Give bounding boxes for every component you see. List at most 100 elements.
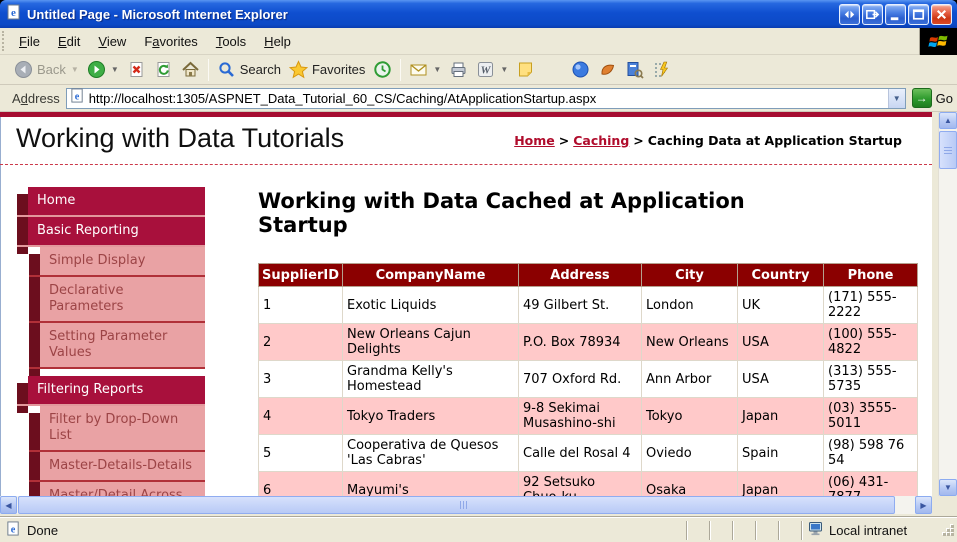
nav-indent-strip	[29, 489, 40, 496]
table-cell: 92 Setsuko Chuo-ku	[519, 472, 642, 497]
menu-tools[interactable]: Tools	[207, 31, 255, 52]
sidebar-item-label: Master/Detail Across	[40, 482, 205, 496]
page-header: Working with Data Tutorials Home>Caching…	[0, 117, 932, 165]
edit-word-button[interactable]: W▼	[472, 57, 512, 82]
table-cell: 1	[259, 287, 343, 324]
history-button[interactable]	[369, 57, 396, 82]
messenger-button[interactable]	[567, 57, 594, 82]
table-cell: (06) 431-7877	[824, 472, 918, 497]
go-button[interactable]: → Go	[912, 88, 953, 108]
print-button[interactable]	[445, 57, 472, 82]
back-label: Back	[37, 62, 66, 77]
vertical-scrollbar[interactable]: ▲ ▼	[938, 112, 957, 496]
table-cell: 49 Gilbert St.	[519, 287, 642, 324]
sidebar-item-declarative-parameters[interactable]: Declarative Parameters	[29, 277, 205, 321]
menu-view[interactable]: View	[89, 31, 135, 52]
msn-button[interactable]	[594, 57, 621, 82]
table-cell: (313) 555-5735	[824, 361, 918, 398]
favorites-label: Favorites	[312, 62, 365, 77]
quick-launch-button[interactable]	[648, 57, 675, 82]
status-pane	[755, 521, 778, 540]
toolbar-grip[interactable]	[2, 31, 9, 51]
sidebar-item-master-details-details[interactable]: Master-Details-Details	[29, 452, 205, 480]
menu-file[interactable]: File	[10, 31, 49, 52]
maximize-button[interactable]	[908, 4, 929, 25]
chevron-down-icon[interactable]: ▼	[433, 65, 441, 74]
table-row: 5Cooperativa de Quesos 'Las Cabras'Calle…	[259, 435, 918, 472]
chevron-down-icon[interactable]: ▼	[111, 65, 119, 74]
table-cell: Mayumi's	[343, 472, 519, 497]
menu-favorites[interactable]: Favorites	[135, 31, 206, 52]
forward-button[interactable]: ▼	[83, 57, 123, 82]
favorites-button[interactable]: Favorites	[285, 57, 369, 82]
discuss-button[interactable]	[512, 57, 539, 82]
vm-popout-button[interactable]	[862, 4, 883, 25]
sidebar-item-setting-parameter-values[interactable]: Setting Parameter Values	[29, 323, 205, 367]
home-button[interactable]	[177, 57, 204, 82]
close-button[interactable]	[931, 4, 952, 25]
research-button[interactable]	[621, 57, 648, 82]
browser-window: e Untitled Page - Microsoft Internet Exp…	[0, 0, 957, 542]
sidebar-item-home[interactable]: Home	[17, 187, 205, 215]
address-input[interactable]	[85, 90, 888, 107]
scroll-down-button[interactable]: ▼	[939, 479, 957, 496]
back-button[interactable]: Back ▼	[10, 57, 83, 82]
sidebar-item-filter-by-drop-down-list[interactable]: Filter by Drop-Down List	[29, 406, 205, 450]
vm-switch-button[interactable]	[839, 4, 860, 25]
breadcrumb-home[interactable]: Home	[514, 133, 555, 148]
table-cell: 4	[259, 398, 343, 435]
column-header-address: Address	[519, 264, 642, 287]
scroll-left-button[interactable]: ◀	[0, 496, 17, 514]
horizontal-scroll-thumb[interactable]	[18, 496, 895, 514]
sidebar-item-basic-reporting[interactable]: Basic Reporting	[17, 217, 205, 245]
page-title: Working with Data Cached at Application …	[258, 189, 838, 237]
sidebar-item-master-detail-across[interactable]: Master/Detail Across	[29, 482, 205, 496]
messenger-icon	[571, 60, 590, 79]
scroll-up-button[interactable]: ▲	[939, 112, 957, 129]
sidebar-item-simple-display[interactable]: Simple Display	[29, 247, 205, 275]
refresh-button[interactable]	[150, 57, 177, 82]
table-cell: (98) 598 76 54	[824, 435, 918, 472]
mail-button[interactable]: ▼	[405, 57, 445, 82]
title-bar[interactable]: e Untitled Page - Microsoft Internet Exp…	[0, 0, 957, 28]
minimize-button[interactable]	[885, 4, 906, 25]
horizontal-scrollbar[interactable]: ◀ ▶	[0, 496, 932, 514]
breadcrumb-caching[interactable]: Caching	[573, 133, 629, 148]
search-icon	[217, 60, 236, 79]
computer-icon	[808, 521, 824, 539]
resize-grip[interactable]	[941, 523, 955, 537]
vertical-scroll-thumb[interactable]	[939, 131, 957, 169]
table-cell: Cooperativa de Quesos 'Las Cabras'	[343, 435, 519, 472]
address-dropdown-button[interactable]: ▼	[888, 89, 905, 108]
menu-edit[interactable]: Edit	[49, 31, 89, 52]
nav-indent-strip	[29, 284, 40, 330]
sidebar-item-filtering-reports[interactable]: Filtering Reports	[17, 376, 205, 404]
chevron-down-icon[interactable]: ▼	[500, 65, 508, 74]
table-row: 1Exotic Liquids49 Gilbert St.LondonUK(17…	[259, 287, 918, 324]
window-title: Untitled Page - Microsoft Internet Explo…	[27, 7, 837, 22]
table-row: 4Tokyo Traders9-8 Sekimai Musashino-shiT…	[259, 398, 918, 435]
svg-text:e: e	[74, 91, 79, 102]
page-viewport: Working with Data Tutorials Home>Caching…	[0, 112, 932, 496]
menu-help[interactable]: Help	[255, 31, 300, 52]
table-cell: P.O. Box 78934	[519, 324, 642, 361]
chevron-down-icon[interactable]: ▼	[71, 65, 79, 74]
nav-indent-strip	[29, 459, 40, 489]
horizontal-scroll-track[interactable]	[895, 496, 915, 514]
vertical-scroll-track[interactable]	[939, 169, 957, 479]
status-pane	[732, 521, 755, 540]
table-cell: 2	[259, 324, 343, 361]
search-button[interactable]: Search	[213, 57, 285, 82]
table-cell: Exotic Liquids	[343, 287, 519, 324]
back-icon	[14, 60, 33, 79]
quick-launch-icon	[652, 60, 671, 79]
mail-icon	[409, 60, 428, 79]
edit-word-icon: W	[476, 60, 495, 79]
table-row: 3Grandma Kelly's Homestead707 Oxford Rd.…	[259, 361, 918, 398]
stop-button[interactable]	[123, 57, 150, 82]
table-cell: Spain	[738, 435, 824, 472]
sidebar-item-label: Master-Details-Details	[40, 452, 205, 480]
scroll-right-button[interactable]: ▶	[915, 496, 932, 514]
table-cell: (100) 555-4822	[824, 324, 918, 361]
address-bar: Address e ▼ → Go	[0, 85, 957, 112]
